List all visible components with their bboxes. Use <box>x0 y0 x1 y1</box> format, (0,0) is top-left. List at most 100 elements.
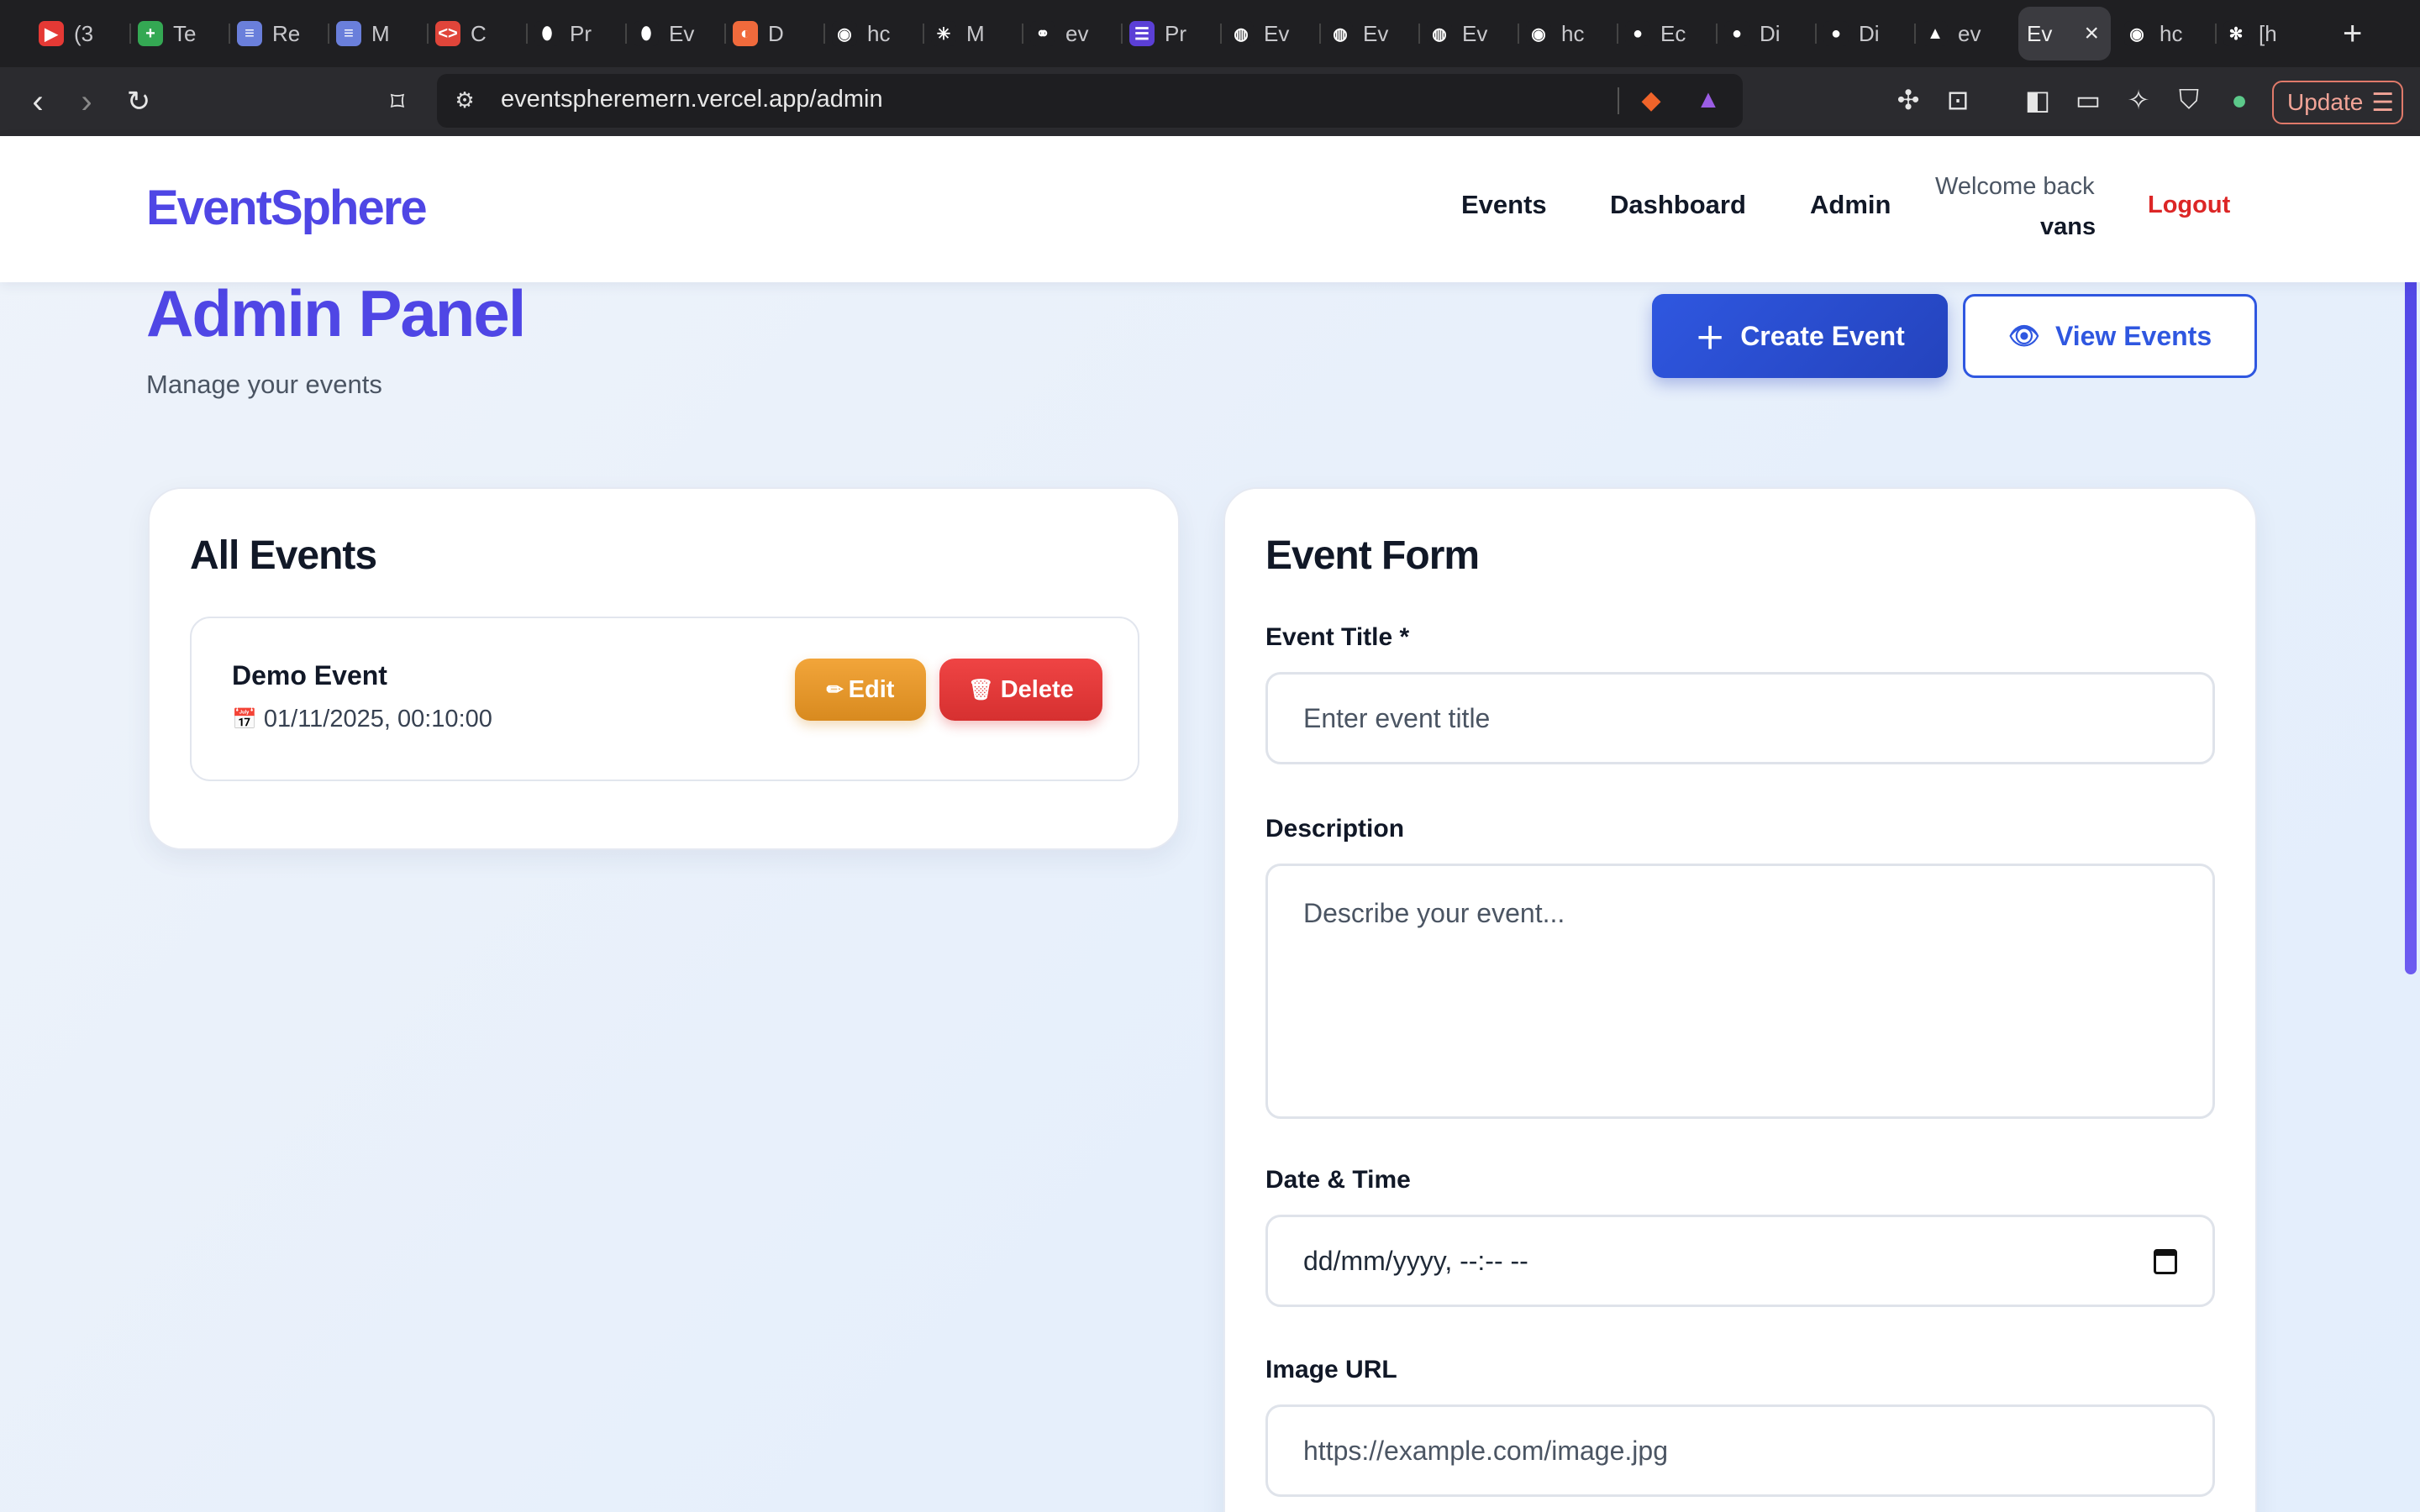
update-button[interactable]: Update ☰ <box>2272 81 2403 124</box>
tab-title: Di <box>1760 20 1781 46</box>
event-form-title: Event Form <box>1265 533 1480 578</box>
event-date-text: 01/11/2025, 00:10:00 <box>263 706 492 732</box>
app-icon: ◐ <box>733 21 758 46</box>
tab-title: Ev <box>669 20 695 46</box>
tab-title: Re <box>272 20 301 46</box>
plus-icon: ＋ <box>1695 321 1726 355</box>
browser-tab[interactable]: ● Ec <box>1617 7 1716 60</box>
browser-tab[interactable]: + Te <box>129 7 229 60</box>
tab-title: Pr <box>570 20 592 46</box>
all-events-title: All Events <box>190 533 377 578</box>
browser-tab[interactable]: ⬮ Pr <box>526 7 625 60</box>
edit-button[interactable]: ✏ Edit <box>795 659 926 721</box>
tab-title: ev <box>1065 20 1089 46</box>
image-url-input[interactable] <box>1265 1404 2215 1497</box>
screenshot-icon[interactable]: ⊡ <box>1939 81 1977 119</box>
wallet-icon[interactable]: ▭ <box>2069 81 2107 119</box>
claude-icon: ✳ <box>931 21 956 46</box>
leo-ai-icon[interactable]: ✧ <box>2119 81 2158 119</box>
browser-tab[interactable]: Ev × <box>2018 7 2111 60</box>
bookmark-icon[interactable]: ⌑ <box>376 81 418 123</box>
url-text[interactable]: eventspheremern.vercel.app/admin <box>501 86 883 113</box>
calendar-icon: 📅 <box>232 708 257 731</box>
tab-title: Ev <box>1264 20 1290 46</box>
tab-title: hc <box>1561 20 1585 46</box>
brave-shield-icon: ◉ <box>2124 21 2149 46</box>
site-header: EventSphere Events Dashboard Admin Welco… <box>0 136 2420 282</box>
event-date: 📅 01/11/2025, 00:10:00 <box>232 706 492 733</box>
back-icon[interactable]: ‹ <box>17 81 59 123</box>
browser-tab[interactable]: ● Di <box>1716 7 1815 60</box>
page-title: Admin Panel <box>146 276 526 350</box>
event-list-item: Demo Event 📅 01/11/2025, 00:10:00 ✏ Edit… <box>190 617 1139 781</box>
menu-icon: ☰ <box>2371 88 2395 117</box>
extensions-icon[interactable]: ✣ <box>1889 81 1928 119</box>
site-settings-icon[interactable]: ⚙ <box>445 81 484 119</box>
doc-icon: ≡ <box>237 21 262 46</box>
browser-tab[interactable]: <> C <box>427 7 526 60</box>
browser-tab[interactable]: ✻ [h <box>2215 7 2314 60</box>
brave-shields-icon[interactable]: ◆ <box>1632 81 1670 119</box>
eye-icon: 👁 <box>2007 322 2040 350</box>
browser-tab[interactable]: ▶ (3 <box>30 7 129 60</box>
delete-label: Delete <box>1000 675 1074 703</box>
tab-title: hc <box>867 20 891 46</box>
page-scrollbar[interactable] <box>2405 193 2417 974</box>
list-icon: ☰ <box>1129 21 1155 46</box>
view-events-button[interactable]: 👁 View Events <box>1963 294 2257 378</box>
brave-rewards-icon[interactable]: ▲ <box>1689 81 1728 119</box>
create-event-button[interactable]: ＋ Create Event <box>1652 294 1948 378</box>
tab-title: M <box>966 20 985 46</box>
browser-tab[interactable]: ◍ Ev <box>1220 7 1319 60</box>
tab-title: Te <box>173 20 197 46</box>
pencil-icon: ✏ <box>826 678 844 701</box>
delete-button[interactable]: 🗑 Delete <box>939 659 1102 721</box>
globe-icon: ◍ <box>1228 21 1254 46</box>
page-subtitle: Manage your events <box>146 370 382 399</box>
browser-tab[interactable]: ◉ hc <box>1518 7 1617 60</box>
browser-tab[interactable]: ◍ Ev <box>1418 7 1518 60</box>
reload-icon[interactable]: ↻ <box>118 81 160 123</box>
browser-tab[interactable]: ⬮ Ev <box>625 7 724 60</box>
profile-icon[interactable]: ● <box>2220 81 2259 119</box>
mongodb-leaf-icon: ⬮ <box>634 21 659 46</box>
browser-tab[interactable]: ☰ Pr <box>1121 7 1220 60</box>
calendar-picker-icon[interactable] <box>2154 1249 2177 1274</box>
browser-tab[interactable]: ◉ hc <box>2116 7 2215 60</box>
tab-title: Ev <box>2027 20 2053 46</box>
nav-dashboard[interactable]: Dashboard <box>1610 190 1746 220</box>
code-icon: <> <box>435 21 460 46</box>
tab-title: [h <box>2259 20 2277 46</box>
sidebar-icon[interactable]: ◧ <box>2018 81 2057 119</box>
browser-tab[interactable]: ▲ ev <box>1914 7 2013 60</box>
logout-button[interactable]: Logout <box>2148 192 2230 219</box>
tab-title: M <box>371 20 390 46</box>
event-title-input[interactable] <box>1265 672 2215 764</box>
tab-title: hc <box>2160 20 2183 46</box>
address-bar-divider <box>1618 87 1619 114</box>
vpn-shield-icon[interactable]: ⛉ <box>2170 81 2208 119</box>
browser-tab[interactable]: ● Di <box>1815 7 1914 60</box>
doc-icon: ≡ <box>336 21 361 46</box>
description-textarea[interactable] <box>1265 864 2215 1119</box>
youtube-icon: ▶ <box>39 21 64 46</box>
bug-icon: ✻ <box>2223 21 2249 46</box>
browser-tab[interactable]: ◍ Ev <box>1319 7 1418 60</box>
new-tab-icon[interactable]: + <box>2343 15 2362 53</box>
event-form-card: Event Form Event Title * Description Dat… <box>1223 487 2257 1512</box>
forward-icon[interactable]: › <box>66 81 108 123</box>
browser-tab[interactable]: ◉ hc <box>823 7 923 60</box>
nav-admin[interactable]: Admin <box>1810 190 1891 220</box>
browser-tab[interactable]: ≡ Re <box>229 7 328 60</box>
event-name: Demo Event <box>232 660 387 690</box>
browser-tab[interactable]: ◐ D <box>724 7 823 60</box>
logo[interactable]: EventSphere <box>146 180 428 236</box>
tab-title: C <box>471 20 487 46</box>
browser-tab[interactable]: ≡ M <box>328 7 427 60</box>
datetime-label: Date & Time <box>1265 1166 1411 1194</box>
datetime-input[interactable]: dd/mm/yyyy, --:-- -- <box>1265 1215 2215 1307</box>
browser-tab[interactable]: ⚭ ev <box>1022 7 1121 60</box>
close-tab-icon[interactable]: × <box>2084 19 2099 48</box>
browser-tab[interactable]: ✳ M <box>923 7 1022 60</box>
nav-events[interactable]: Events <box>1461 190 1547 220</box>
